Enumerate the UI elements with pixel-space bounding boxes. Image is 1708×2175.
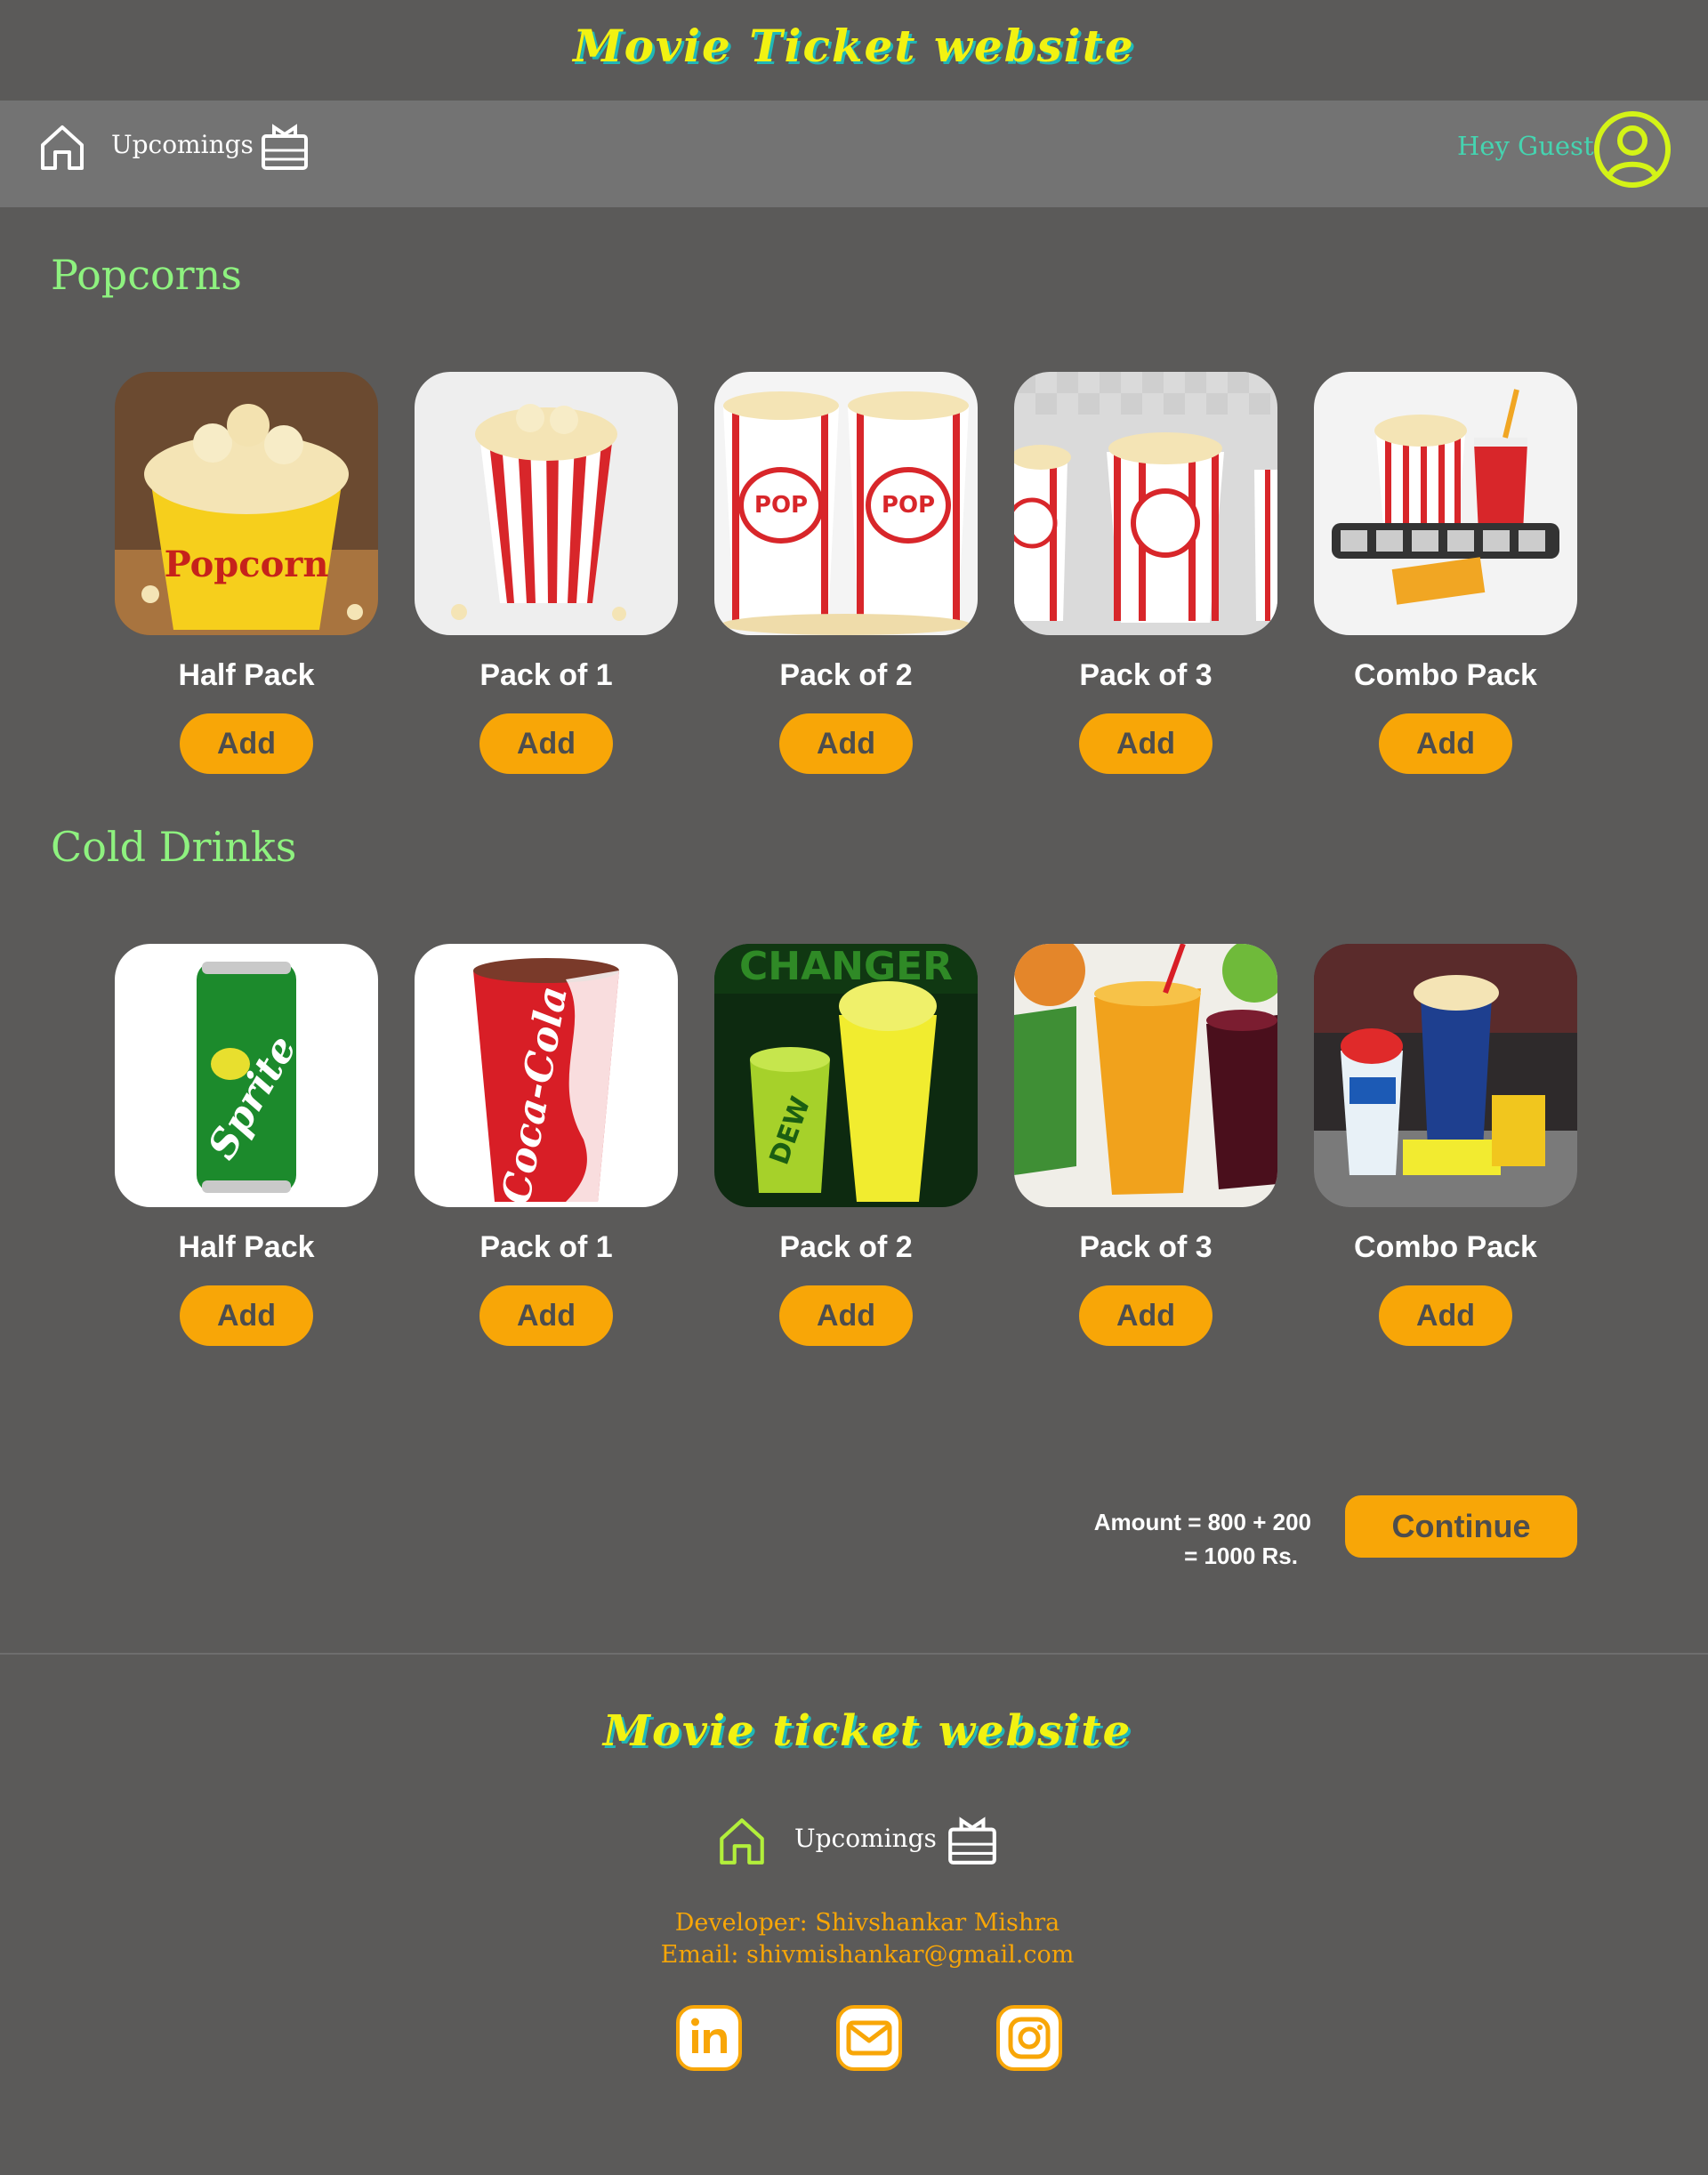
navbar: Upcomings Hey Guest [0, 101, 1708, 207]
footer-upcomings-link[interactable]: Upcomings [794, 1824, 937, 1853]
popcorn-two-boxes-image: POP POP [714, 372, 978, 635]
section-title-cold-drinks: Cold Drinks [51, 823, 297, 871]
product-card: Pack of 1 Add [415, 372, 678, 774]
svg-text:CHANGER: CHANGER [739, 944, 953, 989]
item-label: Half Pack [178, 1230, 315, 1264]
product-card: Pack of 3 Add [1014, 372, 1277, 774]
product-card: Coca-Cola Pack of 1 Add [415, 944, 678, 1346]
add-button[interactable]: Add [479, 1285, 613, 1346]
footer-divider [0, 1653, 1708, 1655]
amount-line-1: Amount = 800 + 200 [1093, 1509, 1311, 1535]
add-button[interactable]: Add [180, 713, 313, 774]
product-card: Combo Pack Add [1314, 944, 1577, 1346]
juice-glasses-image [1014, 944, 1277, 1207]
product-card: Popcorn Half Pack Add [115, 372, 378, 774]
popcorn-box-image [415, 372, 678, 635]
add-button[interactable]: Add [1079, 1285, 1213, 1346]
site-title: Movie Ticket website [573, 20, 1135, 72]
ticket-icon[interactable] [258, 120, 311, 173]
product-card: Pack of 3 Add [1014, 944, 1277, 1346]
section-title-popcorns: Popcorns [51, 251, 242, 299]
snack-combo-image [1314, 944, 1577, 1207]
svg-text:POP: POP [882, 492, 935, 519]
home-icon[interactable] [36, 120, 89, 173]
add-button[interactable]: Add [1379, 1285, 1512, 1346]
add-button[interactable]: Add [1379, 713, 1512, 774]
item-label: Pack of 1 [479, 1230, 613, 1264]
popcorn-three-boxes-image [1014, 372, 1277, 635]
item-label: Pack of 3 [1079, 658, 1213, 692]
developer-email[interactable]: Email: shivmishankar@gmail.com [0, 1939, 1708, 1971]
nav-upcomings-link[interactable]: Upcomings [111, 130, 254, 159]
linkedin-icon[interactable] [676, 2005, 742, 2071]
product-card: Sprite Half Pack Add [115, 944, 378, 1346]
greeting: Hey Guest [1457, 131, 1594, 161]
add-button[interactable]: Add [479, 713, 613, 774]
ticket-icon[interactable] [945, 1813, 1000, 1868]
home-icon[interactable] [714, 1813, 769, 1868]
instagram-icon[interactable] [996, 2005, 1062, 2071]
popcorn-combo-image [1314, 372, 1577, 635]
developer-name: Developer: Shivshankar Mishra [674, 1909, 1060, 1937]
item-label: Combo Pack [1354, 658, 1537, 692]
amount-summary: Amount = 800 + 200 = 1000 Rs. [1094, 1505, 1311, 1573]
add-button[interactable]: Add [180, 1285, 313, 1346]
svg-text:Popcorn: Popcorn [165, 544, 329, 585]
svg-text:POP: POP [754, 492, 808, 519]
mail-icon[interactable] [836, 2005, 902, 2071]
add-button[interactable]: Add [779, 1285, 913, 1346]
item-label: Pack of 1 [479, 658, 613, 692]
developer-info: Developer: Shivshankar Mishra Email: shi… [0, 1907, 1708, 1971]
product-card: Combo Pack Add [1314, 372, 1577, 774]
add-button[interactable]: Add [1079, 713, 1213, 774]
amount-line-2: = 1000 Rs. [1184, 1543, 1298, 1569]
product-card: POP POP Pack of 2 Add [714, 372, 978, 774]
continue-button[interactable]: Continue [1345, 1495, 1577, 1558]
sprite-can-image: Sprite [115, 944, 378, 1207]
item-label: Pack of 3 [1079, 1230, 1213, 1264]
item-label: Half Pack [178, 658, 315, 692]
footer-title: Movie ticket website [602, 1706, 1132, 1756]
item-label: Combo Pack [1354, 1230, 1537, 1264]
user-circle-icon[interactable] [1592, 109, 1672, 189]
coca-cola-cup-image: Coca-Cola [415, 944, 678, 1207]
add-button[interactable]: Add [779, 713, 913, 774]
item-label: Pack of 2 [779, 1230, 913, 1264]
mountain-dew-image: CHANGER DEW [714, 944, 978, 1207]
item-label: Pack of 2 [779, 658, 913, 692]
product-card: CHANGER DEW Pack of 2 Add [714, 944, 978, 1346]
popcorn-bucket-image: Popcorn [115, 372, 378, 635]
